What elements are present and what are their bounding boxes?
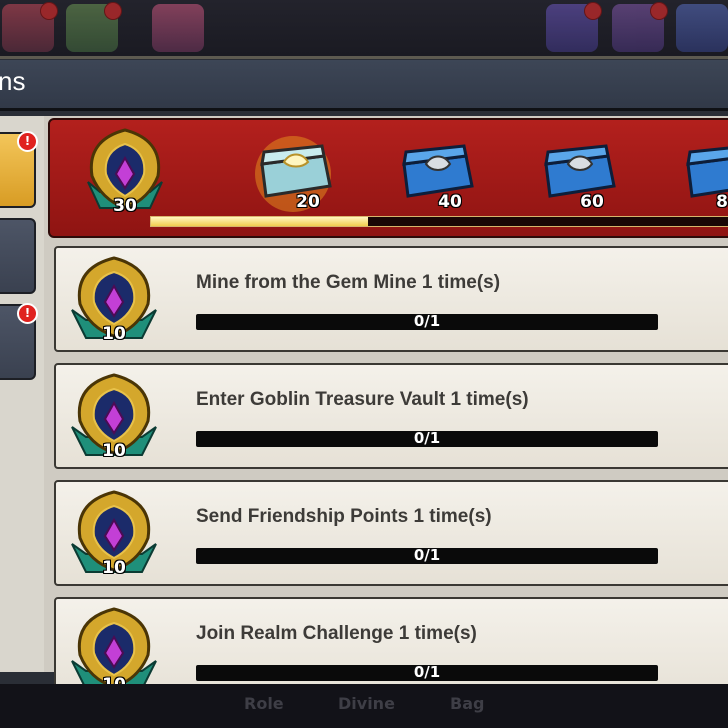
event-icon-1[interactable] xyxy=(2,2,58,52)
points-value: 30 xyxy=(113,196,137,216)
task-reward-points: 10 xyxy=(102,324,126,344)
page-title: ns xyxy=(0,66,26,96)
alert-badge: ! xyxy=(17,131,38,152)
task-progress-bar: 0/1 xyxy=(196,429,658,447)
task-medal: 10 xyxy=(66,371,162,467)
gift-icon[interactable] xyxy=(66,2,122,52)
task-progress-text: 0/1 xyxy=(413,546,441,564)
task-progress-text: 0/1 xyxy=(413,663,441,681)
task-progress-bar: 0/1 xyxy=(196,312,658,330)
present-icon[interactable] xyxy=(676,4,728,52)
alert-badge: ! xyxy=(17,303,38,324)
nav-bag[interactable]: Bag xyxy=(450,694,484,713)
task-row: 10 Enter Goblin Treasure Vault 1 time(s) 0… xyxy=(54,363,728,469)
points-medal: 30 xyxy=(80,126,170,218)
task-medal: 10 xyxy=(66,488,162,584)
task-progress-bar: 0/1 xyxy=(196,546,658,564)
task-title: Mine from the Gem Mine 1 time(s) xyxy=(196,272,501,293)
star-event-icon[interactable] xyxy=(546,2,602,52)
notification-dot xyxy=(584,2,602,20)
top-icon-bar xyxy=(0,0,728,56)
nav-divine[interactable]: Divine xyxy=(338,694,395,713)
chest-points: 60 xyxy=(580,192,604,212)
hero-portrait-icon[interactable] xyxy=(152,4,204,52)
chest-points: 20 xyxy=(296,192,320,212)
notification-dot xyxy=(104,2,122,20)
shop-icon[interactable] xyxy=(612,2,668,52)
title-bar xyxy=(0,60,728,111)
notification-dot xyxy=(650,2,668,20)
task-row: 10 Mine from the Gem Mine 1 time(s) 0/1 xyxy=(54,246,728,352)
chest-points: 40 xyxy=(438,192,462,212)
chest-points: 8 xyxy=(716,192,728,212)
task-reward-points: 10 xyxy=(102,558,126,578)
task-progress-text: 0/1 xyxy=(413,312,441,330)
notification-dot xyxy=(40,2,58,20)
task-title: Join Realm Challenge 1 time(s) xyxy=(196,623,477,644)
task-medal: 10 xyxy=(66,254,162,350)
task-progress-text: 0/1 xyxy=(413,429,441,447)
task-row: 10 Send Friendship Points 1 time(s) 0/1 xyxy=(54,480,728,586)
side-tab-2[interactable] xyxy=(0,218,36,294)
nav-role[interactable]: Role xyxy=(244,694,284,713)
reward-progress-track xyxy=(150,216,728,227)
task-progress-bar: 0/1 xyxy=(196,663,658,681)
task-reward-points: 10 xyxy=(102,441,126,461)
task-title: Enter Goblin Treasure Vault 1 time(s) xyxy=(196,389,529,410)
task-title: Send Friendship Points 1 time(s) xyxy=(196,506,492,527)
reward-progress-fill xyxy=(151,217,368,226)
